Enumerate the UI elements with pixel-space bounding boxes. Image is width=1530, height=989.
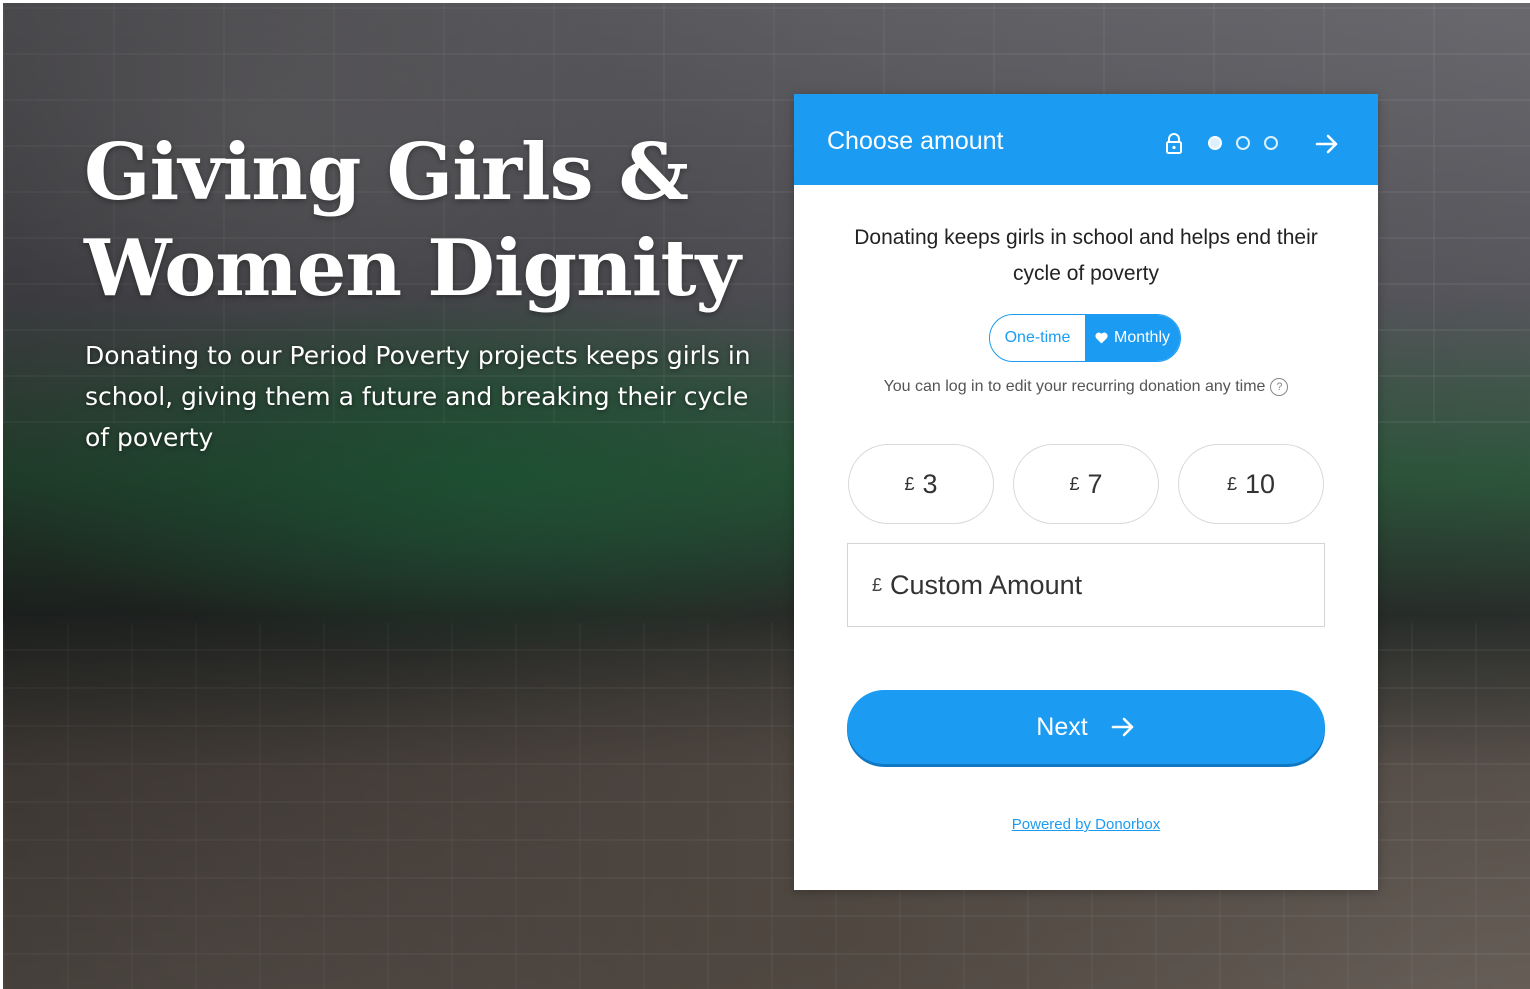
frequency-toggle: One-time Monthly bbox=[989, 314, 1181, 362]
one-time-label: One-time bbox=[1004, 329, 1071, 346]
hero-subtitle: Donating to our Period Poverty projects … bbox=[85, 341, 751, 452]
recurring-note: You can log in to edit your recurring do… bbox=[794, 378, 1378, 396]
hero-title: Giving Girls & Women Dignity bbox=[84, 127, 741, 314]
currency-symbol: £ bbox=[1226, 473, 1237, 494]
amount-options: £ 3 £ 7 £ 10 bbox=[848, 444, 1324, 524]
powered-by-link[interactable]: Powered by Donorbox bbox=[794, 816, 1378, 833]
help-icon[interactable]: ? bbox=[1270, 378, 1289, 396]
step-dot bbox=[1236, 136, 1250, 150]
widget-title: Choose amount bbox=[827, 127, 1004, 155]
donation-widget: Choose amount Donating keeps girls in sc… bbox=[794, 94, 1378, 890]
widget-header: Choose amount bbox=[794, 94, 1378, 185]
currency-symbol: £ bbox=[872, 574, 883, 595]
heart-icon bbox=[1095, 332, 1108, 344]
widget-description: Donating keeps girls in school and helps… bbox=[854, 226, 1318, 285]
recurring-note-text: You can log in to edit your recurring do… bbox=[883, 378, 1266, 395]
next-button-label: Next bbox=[1036, 712, 1088, 741]
amount-button-2[interactable]: £ 7 bbox=[1013, 444, 1159, 524]
currency-symbol: £ bbox=[1069, 473, 1080, 494]
amount-button-3[interactable]: £ 10 bbox=[1178, 444, 1324, 524]
amount-value: 10 bbox=[1244, 468, 1276, 499]
custom-amount-field: £ bbox=[847, 543, 1325, 627]
lock-icon bbox=[1166, 133, 1182, 154]
amount-value: 3 bbox=[922, 468, 938, 499]
next-button[interactable]: Next bbox=[847, 690, 1325, 764]
custom-amount-input[interactable] bbox=[888, 568, 1293, 602]
arrow-right-icon bbox=[1111, 717, 1134, 737]
one-time-option[interactable]: One-time bbox=[990, 315, 1085, 361]
monthly-option[interactable]: Monthly bbox=[1085, 315, 1180, 361]
step-dot bbox=[1264, 136, 1278, 150]
monthly-label: Monthly bbox=[1113, 329, 1171, 346]
step-indicator bbox=[1208, 136, 1278, 150]
amount-value: 7 bbox=[1087, 468, 1103, 499]
arrow-right-icon[interactable] bbox=[1314, 131, 1340, 157]
amount-button-1[interactable]: £ 3 bbox=[848, 444, 994, 524]
currency-symbol: £ bbox=[904, 473, 915, 494]
step-dot-active bbox=[1208, 136, 1222, 150]
